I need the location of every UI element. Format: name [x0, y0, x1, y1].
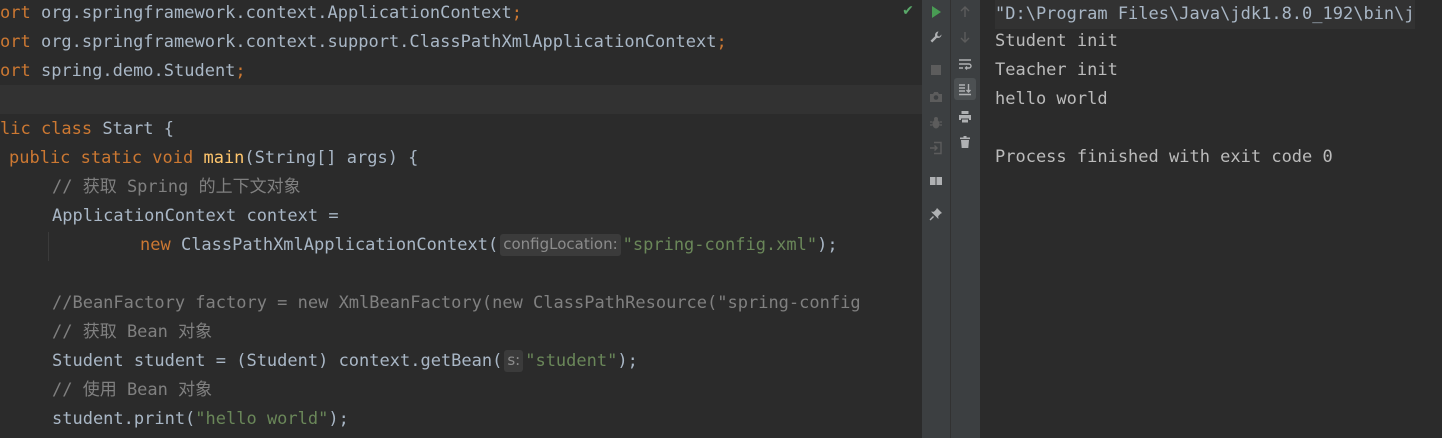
indent-guide — [48, 232, 49, 261]
arrow-up-icon — [958, 5, 972, 19]
code-token: // 获取 Bean 对象 — [52, 322, 213, 342]
code-token: org.springframework.context.ApplicationC… — [40, 3, 512, 23]
code-line: // 使用 Bean 对象 — [52, 376, 212, 405]
bug-icon — [929, 116, 943, 130]
code-token: lic class — [0, 119, 103, 139]
code-token: "hello world" — [195, 409, 329, 429]
rerun-icon — [929, 5, 943, 19]
code-line: ort org.springframework.context.Applicat… — [0, 0, 522, 28]
code-line: ApplicationContext context = — [52, 202, 339, 231]
parameter-hint: configLocation: — [500, 234, 621, 256]
toolbar-divider — [950, 0, 951, 438]
camera-button[interactable] — [925, 86, 947, 108]
code-token: new — [140, 235, 181, 255]
code-token: Student student = (Student) context.getB… — [52, 351, 503, 371]
code-editor[interactable]: ✔ ort org.springframework.context.Applic… — [0, 0, 922, 438]
code-line: new ClassPathXmlApplicationContext(confi… — [140, 231, 838, 260]
trash-button[interactable] — [954, 131, 976, 153]
console-line: Teacher init — [995, 60, 1118, 80]
camera-icon — [929, 90, 943, 104]
ide-window: ✔ ort org.springframework.context.Applic… — [0, 0, 1442, 438]
pin-icon — [929, 207, 943, 221]
arrow-down-icon — [958, 30, 972, 44]
code-token: main — [203, 148, 245, 168]
exit-button[interactable] — [925, 137, 947, 159]
code-token: Start { — [102, 119, 175, 139]
layout-icon — [929, 174, 943, 188]
trash-icon — [958, 135, 972, 149]
code-line: ort spring.demo.Student; — [0, 57, 246, 86]
code-token: ApplicationContext context = — [52, 206, 339, 226]
layout-button[interactable] — [925, 170, 947, 192]
console-command-line: "D:\Program Files\Java\jdk1.8.0_192\bin\… — [995, 0, 1415, 29]
run-toolbar — [922, 0, 980, 438]
console-output[interactable]: "D:\Program Files\Java\jdk1.8.0_192\bin\… — [980, 0, 1442, 438]
parameter-hint: s: — [504, 350, 524, 372]
code-token: student.print( — [52, 409, 196, 429]
print-button[interactable] — [954, 106, 976, 128]
soft-wrap-icon — [958, 57, 972, 71]
code-token: ort — [0, 32, 41, 52]
print-icon — [958, 110, 972, 124]
code-token: ; — [235, 61, 246, 81]
exit-icon — [929, 141, 943, 155]
code-token: ); — [617, 351, 638, 371]
code-token: "spring-config.xml" — [622, 235, 818, 255]
stop-button[interactable] — [925, 59, 947, 81]
scroll-to-end-button[interactable] — [954, 78, 976, 100]
code-line: student.print("hello world"); — [52, 405, 349, 434]
code-token: org.springframework.context.support.Clas… — [40, 32, 717, 52]
console-line: hello world — [995, 89, 1108, 109]
bug-button[interactable] — [925, 112, 947, 134]
code-token: // 使用 Bean 对象 — [52, 380, 213, 400]
pin-button[interactable] — [925, 203, 947, 225]
code-line: Student student = (Student) context.getB… — [52, 347, 638, 376]
stop-icon — [929, 63, 943, 77]
caret-row-highlight — [0, 85, 922, 114]
code-line: //BeanFactory factory = new XmlBeanFacto… — [52, 289, 861, 318]
code-token: ); — [328, 409, 349, 429]
console-line: Process finished with exit code 0 — [995, 147, 1333, 167]
code-token: public static void — [9, 148, 204, 168]
code-line: ort org.springframework.context.support.… — [0, 28, 727, 57]
code-token: //BeanFactory factory = new XmlBeanFacto… — [52, 293, 861, 313]
code-token: ); — [817, 235, 838, 255]
rerun-button[interactable] — [925, 1, 947, 23]
code-token: // 获取 Spring 的上下文对象 — [52, 177, 301, 197]
soft-wrap-button[interactable] — [954, 53, 976, 75]
console-line: Student init — [995, 31, 1118, 51]
code-line: public static void main(String[] args) { — [9, 144, 418, 173]
code-token: ort — [0, 3, 41, 23]
code-token: spring.demo.Student — [40, 61, 236, 81]
arrow-down-button[interactable] — [954, 26, 976, 48]
wrench-button[interactable] — [925, 26, 947, 48]
code-line: // 获取 Bean 对象 — [52, 318, 212, 347]
scroll-to-end-icon — [958, 82, 972, 96]
code-line: // 获取 Spring 的上下文对象 — [52, 173, 301, 202]
code-token: ; — [511, 3, 523, 23]
code-token: ort — [0, 61, 41, 81]
arrow-up-button[interactable] — [954, 1, 976, 23]
wrench-icon — [929, 30, 943, 44]
code-token: ; — [716, 32, 727, 52]
code-line: lic class Start { — [0, 115, 174, 144]
code-token: (String[] args) { — [244, 148, 419, 168]
code-token: ClassPathXmlApplicationContext( — [180, 235, 499, 255]
code-token: "student" — [525, 351, 618, 371]
check-icon[interactable]: ✔ — [900, 1, 916, 21]
